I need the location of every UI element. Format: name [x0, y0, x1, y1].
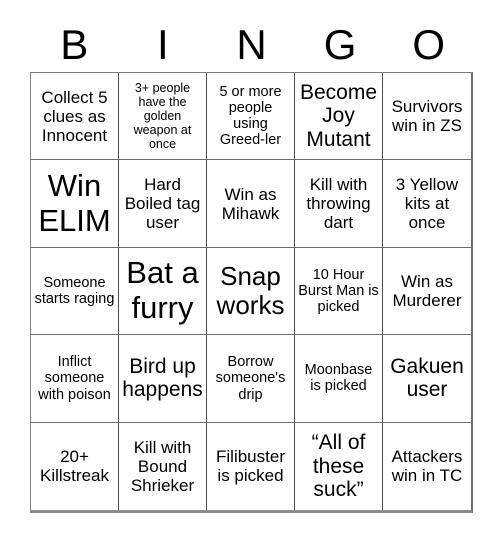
- bingo-grid: Collect 5 clues as Innocent 3+ people ha…: [30, 72, 473, 513]
- bingo-cell[interactable]: Filibuster is picked: [207, 422, 295, 510]
- bingo-cell-label: Inflict someone with poison: [38, 354, 111, 403]
- bingo-cell[interactable]: “All of these suck”: [295, 422, 383, 510]
- bingo-card: B I N G O Collect 5 clues as Innocent 3+…: [0, 0, 500, 544]
- bingo-cell-label: Win as Mihawk: [221, 184, 280, 223]
- bingo-cell[interactable]: Attackers win in TC: [383, 422, 471, 510]
- bingo-header-letter-b: B: [60, 21, 89, 68]
- bingo-cell-label: 20+ Killstreak: [40, 447, 109, 486]
- bingo-header-letter-o: O: [412, 21, 445, 68]
- bingo-cell-label: Someone starts raging: [34, 274, 115, 307]
- bingo-header-letter-n: N: [236, 21, 267, 68]
- bingo-cell[interactable]: Moonbase is picked: [295, 335, 383, 423]
- bingo-cell[interactable]: Kill with throwing dart: [295, 160, 383, 248]
- bingo-header-row: B I N G O: [30, 18, 473, 72]
- bingo-cell[interactable]: Someone starts raging: [31, 247, 119, 336]
- bingo-header-letter-g: G: [323, 21, 357, 68]
- bingo-cell-label: 3+ people have the golden weapon at once: [133, 81, 192, 152]
- bingo-cell-label: Kill with throwing dart: [306, 175, 371, 233]
- bingo-cell[interactable]: Survivors win in ZS: [383, 73, 471, 161]
- bingo-cell-label: Attackers win in TC: [391, 447, 463, 486]
- bingo-cell[interactable]: 5 or more people using Greed-ler: [207, 73, 295, 161]
- bingo-cell-label: “All of these suck”: [311, 431, 366, 502]
- bingo-cell[interactable]: 20+ Killstreak: [31, 422, 119, 510]
- bingo-cell[interactable]: Win as Murderer: [383, 247, 471, 336]
- bingo-cell-label: Borrow someone's drip: [215, 354, 286, 403]
- bingo-cell[interactable]: Kill with Bound Shrieker: [119, 422, 207, 510]
- bingo-cell-label: Bat a furry: [126, 255, 199, 325]
- bingo-cell[interactable]: 3 Yellow kits at once: [383, 160, 471, 248]
- bingo-cell-label: Filibuster is picked: [216, 447, 285, 486]
- bingo-cell[interactable]: Borrow someone's drip: [207, 335, 295, 423]
- bingo-cell-label: Win as Murderer: [392, 271, 462, 310]
- bingo-cell[interactable]: Hard Boiled tag user: [119, 160, 207, 248]
- bingo-cell-label: Win ELIM: [38, 167, 111, 238]
- bingo-header-letter-i: I: [157, 21, 169, 68]
- bingo-cell[interactable]: Inflict someone with poison: [31, 335, 119, 423]
- bingo-cell-label: Gakuen user: [390, 354, 464, 402]
- bingo-cell-label: Bird up happens: [122, 354, 203, 402]
- bingo-cell-label: 3 Yellow kits at once: [395, 175, 459, 233]
- bingo-cell-label: Survivors win in ZS: [391, 97, 463, 136]
- bingo-cell[interactable]: Win ELIM: [31, 160, 119, 248]
- bingo-cell[interactable]: Bat a furry: [119, 247, 207, 336]
- bingo-cell[interactable]: Collect 5 clues as Innocent: [31, 73, 119, 161]
- bingo-cell-label: 5 or more people using Greed-ler: [219, 83, 282, 149]
- bingo-cell-label: 10 Hour Burst Man is picked: [298, 266, 379, 316]
- bingo-cell[interactable]: Bird up happens: [119, 335, 207, 423]
- bingo-cell-label: Kill with Bound Shrieker: [130, 437, 195, 495]
- bingo-cell[interactable]: Become Joy Mutant: [295, 73, 383, 161]
- bingo-cell[interactable]: Win as Mihawk: [207, 160, 295, 248]
- bingo-cell-label: Hard Boiled tag user: [124, 175, 201, 233]
- bingo-cell[interactable]: 10 Hour Burst Man is picked: [295, 247, 383, 336]
- bingo-cell-label: Become Joy Mutant: [299, 80, 378, 151]
- bingo-cell[interactable]: Snap works: [207, 247, 295, 336]
- bingo-cell-label: Collect 5 clues as Innocent: [41, 87, 108, 145]
- bingo-cell[interactable]: 3+ people have the golden weapon at once: [119, 73, 207, 161]
- bingo-cell[interactable]: Gakuen user: [383, 335, 471, 423]
- bingo-cell-label: Snap works: [216, 260, 285, 320]
- bingo-cell-label: Moonbase is picked: [304, 362, 373, 395]
